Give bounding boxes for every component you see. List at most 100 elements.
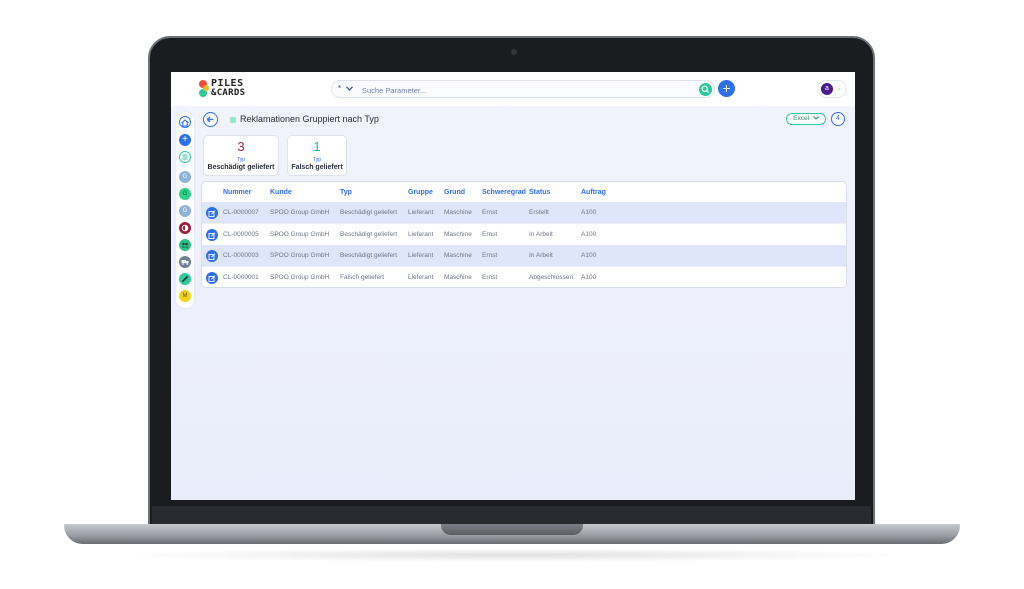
column-header-kunde[interactable]: Kunde: [270, 189, 292, 196]
cell-gruppe: Lieferant: [408, 274, 434, 281]
contrast-button[interactable]: [179, 222, 191, 234]
edit-button[interactable]: [206, 207, 218, 219]
cell-schweregrad: Ernst: [482, 252, 498, 259]
excel-export-button[interactable]: Excel: [786, 113, 826, 125]
cell-typ: Beschädigt geliefert: [340, 209, 398, 216]
arrow-left-icon: [206, 116, 214, 123]
brand-line2: &CARDS: [211, 88, 246, 98]
cell-auftrag: A100: [581, 231, 597, 238]
column-header-gruppe[interactable]: Gruppe: [408, 189, 433, 196]
cell-status: Erstellt: [529, 209, 549, 216]
users-button[interactable]: [179, 239, 191, 251]
column-header-typ[interactable]: Typ: [340, 189, 352, 196]
cell-schweregrad: Ernst: [482, 274, 498, 281]
list-button[interactable]: [179, 151, 191, 163]
cell-auftrag: A100: [581, 209, 597, 216]
sidebar-item-g3[interactable]: G: [179, 205, 191, 217]
edit-icon: [208, 253, 216, 260]
home-icon: [181, 118, 189, 127]
brand-logo[interactable]: PILES &CARDS: [199, 78, 259, 100]
cell-status: In Arbeit: [529, 231, 553, 238]
search-scope-select[interactable]: *: [338, 84, 354, 93]
edit-button[interactable]: [206, 229, 218, 241]
cell-nummer: CL-0000003: [223, 252, 259, 259]
laptop-notch: [441, 524, 583, 535]
truck-icon: [181, 260, 189, 265]
title-marker: [230, 117, 236, 123]
cell-typ: Beschädigt geliefert: [340, 252, 398, 259]
search-icon: [701, 85, 710, 94]
home-button[interactable]: [179, 116, 191, 128]
search-input[interactable]: [360, 83, 694, 98]
cell-kunde: SPOO Group GmbH: [270, 209, 330, 216]
cell-auftrag: A100: [581, 274, 597, 281]
cell-grund: Maschine: [444, 274, 472, 281]
cell-typ: Beschädigt geliefert: [340, 231, 398, 238]
edit-button[interactable]: [206, 272, 218, 284]
table-row[interactable]: CL-0000005 SPOO Group GmbH Beschädigt ge…: [202, 223, 846, 245]
user-menu[interactable]: a ⌄: [817, 80, 847, 98]
group-card-beschaedigt[interactable]: 3 Typ Beschädigt geliefert: [203, 135, 279, 176]
column-header-auftrag[interactable]: Auftrag: [581, 189, 606, 196]
table-row[interactable]: CL-0000003 SPOO Group GmbH Beschädigt ge…: [202, 245, 846, 266]
table-row[interactable]: CL-0000007 SPOO Group GmbH Beschädigt ge…: [202, 202, 846, 223]
cell-nummer: CL-0000005: [223, 231, 259, 238]
card-label: Falsch geliefert: [291, 164, 343, 171]
column-header-status[interactable]: Status: [529, 189, 550, 196]
edit-icon: [208, 210, 216, 217]
app-screen: PILES &CARDS * + a ⌄ +: [171, 72, 855, 500]
cell-gruppe: Lieferant: [408, 209, 434, 216]
laptop-shadow: [110, 548, 914, 562]
sidebar-item-g1[interactable]: G: [179, 171, 191, 183]
complaints-table: Nummer Kunde Typ Gruppe Grund Schweregra…: [201, 181, 847, 288]
cell-kunde: SPOO Group GmbH: [270, 252, 330, 259]
cell-nummer: CL-0000007: [223, 209, 259, 216]
card-count: 3: [237, 139, 245, 154]
plus-icon: +: [182, 134, 188, 145]
brush-icon: [182, 276, 188, 282]
group-card-falsch[interactable]: 1 Typ Falsch geliefert: [287, 135, 347, 176]
cell-grund: Maschine: [444, 252, 472, 259]
card-label: Beschädigt geliefert: [207, 164, 275, 171]
chevron-down-icon: [346, 86, 354, 92]
column-header-nummer[interactable]: Nummer: [223, 189, 251, 196]
truck-button[interactable]: [179, 256, 191, 268]
column-header-schweregrad[interactable]: Schweregrad: [482, 189, 526, 196]
cell-grund: Maschine: [444, 209, 472, 216]
sidebar-rail: + G G G M: [176, 112, 194, 308]
table-row[interactable]: CL-0000001 SPOO Group GmbH Falsch gelief…: [202, 266, 846, 287]
cell-auftrag: A100: [581, 252, 597, 259]
cell-status: Abgeschlossen: [529, 274, 574, 281]
contrast-icon: [181, 224, 189, 232]
column-header-grund[interactable]: Grund: [444, 189, 465, 196]
add-button[interactable]: +: [718, 80, 735, 97]
chevron-down-icon: [812, 116, 819, 121]
cell-kunde: SPOO Group GmbH: [270, 231, 330, 238]
cell-gruppe: Lieferant: [408, 231, 434, 238]
cell-schweregrad: Ernst: [482, 231, 498, 238]
card-sublabel: Typ: [236, 157, 246, 163]
edit-icon: [208, 232, 216, 239]
cell-nummer: CL-0000001: [223, 274, 259, 281]
search-bar: *: [331, 80, 715, 98]
sidebar-item-g2[interactable]: G: [179, 188, 191, 200]
search-button[interactable]: [699, 83, 712, 96]
cell-kunde: SPOO Group GmbH: [270, 274, 330, 281]
users-icon: [181, 242, 189, 248]
record-count-badge[interactable]: 4: [831, 112, 845, 126]
avatar: a: [821, 83, 833, 95]
cell-grund: Maschine: [444, 231, 472, 238]
plus-icon: +: [722, 80, 731, 96]
edit-button[interactable]: [206, 250, 218, 262]
edit-icon: [208, 275, 216, 282]
top-bar: PILES &CARDS * + a ⌄: [171, 72, 855, 106]
cell-status: In Arbeit: [529, 252, 553, 259]
new-item-button[interactable]: +: [179, 134, 191, 146]
card-count: 1: [313, 139, 321, 154]
back-button[interactable]: [203, 112, 218, 127]
chevron-down-icon: ⌄: [836, 85, 842, 92]
brush-button[interactable]: [179, 273, 191, 285]
sidebar-item-m[interactable]: M: [179, 290, 191, 302]
camera: [511, 49, 517, 55]
cell-gruppe: Lieferant: [408, 252, 434, 259]
